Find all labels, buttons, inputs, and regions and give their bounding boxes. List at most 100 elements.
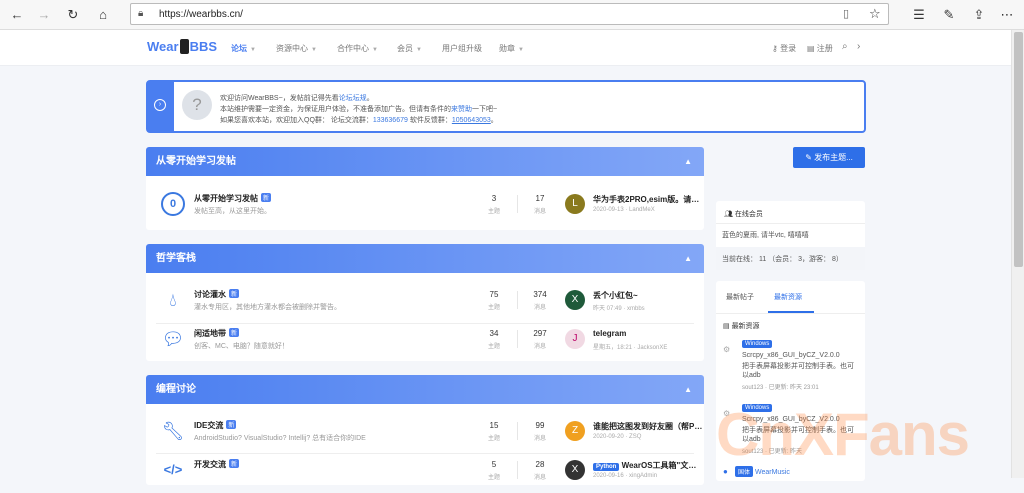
register-label: 注册 [816,44,833,53]
chevron-down-icon: ▼ [250,47,256,53]
thread-count: 3 主题 [479,194,509,215]
avatar[interactable]: X [565,290,585,310]
page-scrollbar[interactable] [1011,30,1024,478]
logo-text-a: Wear [147,39,179,54]
section-header[interactable]: 编程讨论 ▲ [146,375,704,404]
last-post-title[interactable]: telegram [593,329,626,338]
qq-group-link[interactable]: 133636679 [373,117,408,124]
post-thread-button[interactable]: ✎ 发布主题... [793,147,865,168]
section-title: 从零开始学习发帖 [156,156,236,167]
forum-title[interactable]: IDE交流新 [194,420,237,431]
search-icon[interactable]: ⌕ [842,41,848,52]
water-drop-icon: 💧︎ [169,290,177,310]
post-thread-label: 发布主题... [814,153,853,162]
forum-row[interactable]: 💬︎ 闲适地带新 创客、MC、电脑？随意就好！ 34 主题 297 消息 J tel… [146,318,704,362]
last-post-title[interactable]: 谁能把这图发到好友圈（帮P… [593,421,702,432]
reader-view-icon[interactable]: ▯ [843,7,849,20]
nav-cooperation[interactable]: 合作中心 ▼ [337,43,378,54]
zero-icon: 0 [161,192,185,216]
refresh-icon[interactable]: ↻ [64,6,82,24]
count-value: 374 [533,290,547,299]
chevron-right-icon[interactable]: › [857,41,860,52]
forum-row[interactable]: </> 开发交流新 5 主题 28 消息 X Python WearOS工具箱"文…… [146,449,704,493]
chevron-down-icon: ▼ [416,47,422,53]
online-member-list[interactable]: 蓝色的夏雨, 请半vtc, 嘻嘻嘻 [722,230,809,240]
new-badge: 新 [229,289,240,298]
nav-label: 合作中心 [337,44,369,53]
post-count: 297 消息 [525,329,555,350]
nav-resources[interactable]: 资源中心 ▼ [276,43,317,54]
home-icon[interactable]: ⌂ [94,6,112,24]
count-value: 5 [491,460,497,469]
site-logo[interactable]: Wear BBS [147,39,217,54]
notice-toggle-icon[interactable]: › [154,99,166,111]
tab-latest-resources[interactable]: 最新资源 [774,292,802,302]
avatar[interactable]: J [565,329,585,349]
forum-title[interactable]: 从零开始学习发帖新 [194,193,272,204]
chevron-up-icon[interactable]: ▲ [684,147,692,176]
nav-forum[interactable]: 论坛 ▼ [231,43,256,54]
forum-title[interactable]: 开发交流新 [194,459,240,470]
resource-title[interactable]: WearMusic [755,469,790,476]
notice-line-2: 本站维护需要一定资金，为保证用户体验，不准备添加广告。但请有条件的来赞助一下吧~ [220,104,497,114]
resource-item[interactable]: Windows [742,340,773,348]
scrollbar-thumb[interactable] [1014,32,1023,267]
register-icon: ▤ [807,44,817,53]
favorite-star-icon[interactable]: ☆ [869,6,881,22]
latest-header-label: 最新资源 [731,323,760,330]
feedback-group-link[interactable]: 1050643053 [452,117,491,124]
sponsor-link[interactable]: 来赞助 [451,106,472,113]
divider [716,313,865,314]
count-value: 3 [491,194,497,203]
address-bar[interactable]: 🔒︎ https://wearbbs.cn/ ▯ ☆ [130,3,889,25]
question-icon: ? [182,90,212,120]
back-icon[interactable]: ← [8,6,26,24]
forum-row[interactable]: 💧︎ 讨论灌水新 灌水专用区，其他地方灌水都会被删除并警告。 75 主题 374 消… [146,279,704,323]
nav-members[interactable]: 会员 ▼ [397,43,422,54]
section-header[interactable]: 哲学客栈 ▲ [146,244,704,273]
online-header: 👥︎ 在线会员 [724,209,763,219]
last-post-title[interactable]: Python WearOS工具箱"文… [593,460,696,471]
nav-label: 会员 [397,44,413,53]
nav-label: 勋章 [499,44,515,53]
forward-icon[interactable]: → [35,6,53,24]
chevron-up-icon[interactable]: ▲ [684,375,692,404]
forum-row[interactable]: 0 从零开始学习发帖新 发帖至高，从这里开始。 3 主题 17 消息 L 华为手表2… [146,183,704,227]
last-post-title[interactable]: 华为手表2PRO,esim版。请… [593,194,699,205]
address-url[interactable]: https://wearbbs.cn/ [159,9,243,20]
avatar[interactable]: Z [565,421,585,441]
pen-icon[interactable]: ✎ [940,6,958,24]
resource-title[interactable]: Scrcpy_x86_GUI_byCZ_V2.0.0 [742,352,840,359]
nav-medals[interactable]: 勋章 ▼ [499,43,524,54]
forum-title[interactable]: 讨论灌水新 [194,289,240,300]
post-count: 374 消息 [525,290,555,311]
browser-toolbar: ← → ↻ ⌂ 🔒︎ https://wearbbs.cn/ ▯ ☆ ☰ ✎ ⇪… [0,0,1024,30]
forum-description: 发帖至高，从这里开始。 [194,208,271,215]
share-icon[interactable]: ⇪ [970,6,988,24]
chevron-up-icon[interactable]: ▲ [684,244,692,273]
rules-link[interactable]: 论坛坛规 [339,95,367,102]
post-count: 99 消息 [525,421,555,442]
avatar[interactable]: L [565,194,585,214]
last-post-meta: 2020-09-16 · xingAdmin [593,473,658,479]
tab-latest-posts[interactable]: 最新帖子 [726,292,754,302]
count-label: 主题 [487,305,500,311]
notice-line-1: 欢迎访问WearBBS~，发帖前记得先看论坛坛规。 [220,93,374,103]
nav-upgrade[interactable]: 用户组升级 [442,43,482,54]
nav-label: 资源中心 [276,44,308,53]
more-icon[interactable]: ⋯ [998,6,1016,24]
login-link[interactable]: ⚷ 登录 [772,43,796,54]
forum-row[interactable]: 🔧︎ IDE交流新 AndroidStudio? VisualStudio? I… [146,410,704,454]
divider [517,422,518,440]
forum-title[interactable]: 闲适地带新 [194,328,240,339]
favorites-icon[interactable]: ☰ [910,6,928,24]
last-post-title[interactable]: 丢个小红包~ [593,290,638,301]
section-header[interactable]: 从零开始学习发帖 ▲ [146,147,704,176]
section-title: 编程讨论 [156,384,196,395]
divider [517,195,518,213]
resource-meta: sout123 · 已更新: 昨天 23:01 [742,385,819,391]
avatar[interactable]: X [565,460,585,480]
register-link[interactable]: ▤ 注册 [807,43,833,54]
forum-section: 哲学客栈 ▲ 💧︎ 讨论灌水新 灌水专用区，其他地方灌水都会被删除并警告。 75 主… [146,244,704,361]
count-label: 消息 [533,436,546,442]
